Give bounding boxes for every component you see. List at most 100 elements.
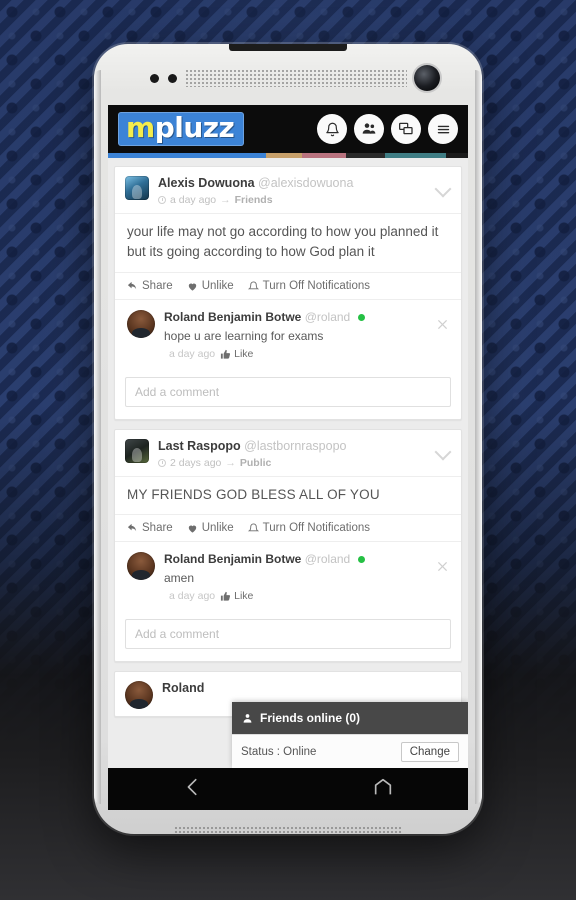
online-status-dot [357,314,365,322]
chat-dock: Friends online (0) Status : Online Chang… [232,702,468,768]
android-navbar [108,768,468,810]
post-author: Last Raspopo @lastbornraspopo [158,439,451,454]
back-icon[interactable] [182,776,204,803]
post-header: Last Raspopo @lastbornraspopo 2 days ago… [115,430,461,476]
sensor-dot [150,73,159,83]
app-header: m pluzz [108,105,468,153]
comment-text: hope u are learning for exams [164,329,324,343]
post-time: 2 days ago [170,457,222,469]
close-icon[interactable] [436,318,449,331]
post-header: Alexis Dowuona @alexisdowuona a day ago … [115,167,461,213]
logo-first-letter: m [126,111,155,144]
avatar[interactable] [127,310,155,338]
comment-footer: a day ago Like [164,590,451,602]
person-icon [243,713,252,723]
unlike-button[interactable]: Unlike [187,280,234,292]
post-submeta: a day ago → Friends [158,194,451,206]
add-comment-input[interactable] [125,619,451,649]
post-author: Alexis Dowuona @alexisdowuona [158,176,451,191]
author-handle[interactable]: @lastbornraspopo [244,439,346,453]
turn-off-notifications-button[interactable]: Turn Off Notifications [247,522,371,534]
unlike-label: Unlike [201,522,234,534]
change-status-button[interactable]: Change [400,741,459,762]
sensor-dot [168,73,177,83]
author-name[interactable]: Last Raspopo [158,439,241,453]
post-submeta: 2 days ago → Public [158,457,451,469]
avatar[interactable] [127,552,155,580]
avatar[interactable] [125,176,149,200]
chat-status-text: Status : Online [241,745,317,758]
unlike-button[interactable]: Unlike [187,522,234,534]
header-actions [317,114,458,144]
post-card: Alexis Dowuona @alexisdowuona a day ago … [114,166,462,420]
share-label: Share [142,280,173,292]
turn-off-notifications-button[interactable]: Turn Off Notifications [247,280,371,292]
comment-time: a day ago [169,348,216,360]
bell-icon[interactable] [317,114,347,144]
notifications-label: Turn Off Notifications [262,280,371,292]
post-body: your life may not go according to how yo… [115,213,461,272]
phone-screen: m pluzz Alexis Dowuona @alexisdowuona a … [108,105,468,768]
comment-like-label: Like [234,590,254,602]
author-name[interactable]: Alexis Dowuona [158,176,255,190]
post-action-bar: Share Unlike Turn Off Notifications [115,514,461,542]
post-action-bar: Share Unlike Turn Off Notifications [115,272,461,300]
comment-text: amen [164,571,195,585]
online-status-dot [357,556,365,564]
proximity-sensors [150,73,177,83]
phone-device: m pluzz Alexis Dowuona @alexisdowuona a … [94,44,482,834]
logo-rest-text: pluzz [154,111,235,144]
front-camera-icon [414,65,440,91]
comment-time: a day ago [169,590,216,602]
post-time: a day ago [170,194,217,206]
post-author: Roland [162,681,451,696]
add-comment-wrap [115,610,461,661]
phone-chrome-left [94,70,101,804]
phone-top-notch [229,44,347,51]
separator: → [220,194,231,206]
phone-top-bar [94,51,482,105]
avatar[interactable] [125,681,153,709]
hamburger-menu-icon[interactable] [428,114,458,144]
comment-like-button[interactable]: Like [220,348,253,360]
home-icon[interactable] [372,776,394,803]
clock-icon [158,459,166,467]
comment-author-name[interactable]: Roland Benjamin Botwe [164,310,301,324]
unlike-label: Unlike [201,280,234,292]
comment-author: Roland Benjamin Botwe @roland [164,552,451,567]
comment-author-handle[interactable]: @roland [305,310,351,324]
add-comment-wrap [115,368,461,419]
author-handle[interactable]: @alexisdowuona [258,176,353,190]
post-audience: Public [239,457,272,469]
notifications-label: Turn Off Notifications [262,522,371,534]
share-button[interactable]: Share [127,522,173,534]
comment-footer: a day ago Like [164,348,451,360]
chat-bubbles-icon[interactable] [391,114,421,144]
chat-dock-header[interactable]: Friends online (0) [232,702,468,734]
app-logo[interactable]: m pluzz [118,111,245,146]
chat-dock-body: Status : Online Change [232,734,468,768]
add-comment-input[interactable] [125,377,451,407]
people-icon[interactable] [354,114,384,144]
comment-like-label: Like [234,348,254,360]
post-audience: Friends [234,194,273,206]
bottom-speaker-grille [174,826,402,834]
author-name[interactable]: Roland [162,681,204,695]
share-button[interactable]: Share [127,280,173,292]
comment: Roland Benjamin Botwe @roland amen a day… [115,542,461,610]
post-body: MY FRIENDS GOD BLESS ALL OF YOU [115,476,461,514]
phone-chrome-right [475,70,482,804]
comment-like-button[interactable]: Like [220,590,253,602]
chat-dock-title: Friends online (0) [260,711,361,725]
share-label: Share [142,522,173,534]
close-icon[interactable] [436,560,449,573]
separator: → [225,457,236,469]
earpiece-grille [185,69,407,87]
post-feed[interactable]: Alexis Dowuona @alexisdowuona a day ago … [108,158,468,768]
comment-author-name[interactable]: Roland Benjamin Botwe [164,552,301,566]
avatar[interactable] [125,439,149,463]
comment-author-handle[interactable]: @roland [305,552,351,566]
clock-icon [158,196,166,204]
comment-author: Roland Benjamin Botwe @roland [164,310,451,325]
comment: Roland Benjamin Botwe @roland hope u are… [115,300,461,368]
